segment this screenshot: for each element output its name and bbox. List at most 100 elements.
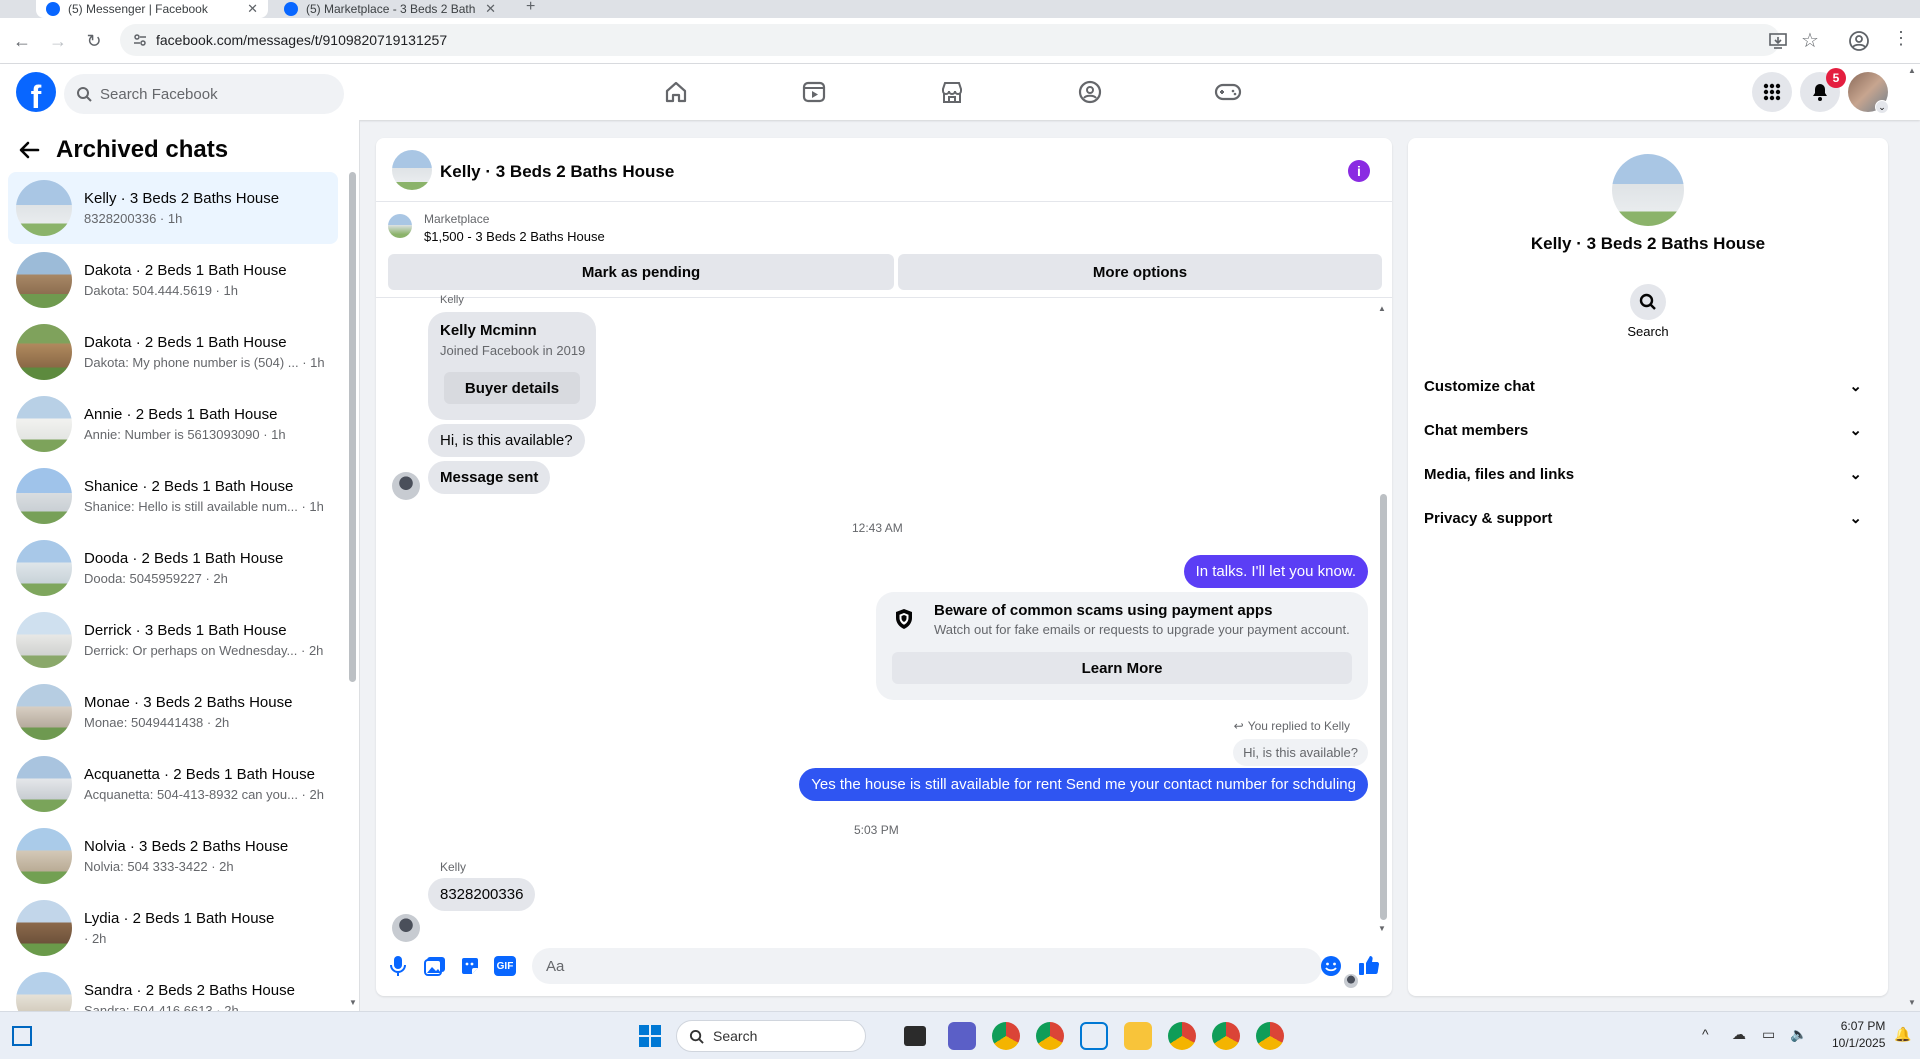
facebook-search-input[interactable]: Search Facebook [64, 74, 344, 114]
widgets-icon[interactable] [12, 1026, 32, 1046]
close-tab-icon[interactable]: ✕ [247, 1, 258, 17]
windows-start-icon[interactable] [638, 1024, 662, 1048]
outgoing-message[interactable]: In talks. I'll let you know. [1183, 555, 1368, 588]
taskbar-search[interactable]: Search [676, 1020, 866, 1052]
shield-icon [894, 608, 914, 630]
archived-chat-item[interactable]: Sandra · 2 Beds 2 Baths House Sandra: 504… [8, 964, 338, 1011]
privacy-support-row[interactable]: Privacy & support ⌄ [1424, 496, 1872, 540]
notification-center-icon[interactable]: 🔔 [1894, 1026, 1911, 1043]
microphone-icon[interactable] [390, 955, 406, 977]
archived-chat-item[interactable]: Lydia · 2 Beds 1 Bath House · 2h [8, 892, 338, 964]
file-explorer-icon[interactable] [1124, 1022, 1152, 1050]
media-files-links-row[interactable]: Media, files and links ⌄ [1424, 452, 1872, 496]
chrome-icon[interactable] [1256, 1022, 1284, 1050]
scroll-down-arrow[interactable]: ▼ [349, 998, 357, 1007]
chat-name: Lydia · 2 Beds 1 Bath House [84, 910, 275, 927]
gaming-icon[interactable] [1208, 74, 1248, 110]
volume-icon[interactable]: 🔈 [1790, 1026, 1807, 1043]
search-in-conversation-button[interactable] [1630, 284, 1666, 320]
browser-tab-marketplace[interactable]: (5) Marketplace - 3 Beds 2 Bath ✕ [274, 0, 506, 18]
sidebar-scrollbar[interactable] [349, 172, 356, 682]
scroll-down-arrow[interactable]: ▼ [1378, 924, 1386, 933]
chevron-down-icon[interactable]: ⌄ [1875, 100, 1889, 114]
buyer-details-button[interactable]: Buyer details [444, 372, 580, 404]
listing-thumbnail[interactable] [388, 214, 412, 238]
mark-as-pending-button[interactable]: Mark as pending [388, 254, 894, 290]
conversation-scrollbar[interactable] [1380, 494, 1387, 920]
archived-chat-item[interactable]: Dakota · 2 Beds 1 Bath House Dakota: 504.… [8, 244, 338, 316]
photo-icon[interactable] [424, 956, 446, 976]
snipping-tool-icon[interactable] [1080, 1022, 1108, 1050]
customize-chat-row[interactable]: Customize chat ⌄ [1424, 364, 1872, 408]
archived-chat-item[interactable]: Dooda · 2 Beds 1 Bath House Dooda: 504595… [8, 532, 338, 604]
reply-icon: ↩ [1233, 719, 1244, 733]
conversation-title[interactable]: Kelly · 3 Beds 2 Baths House [440, 162, 674, 182]
chrome-icon[interactable] [992, 1022, 1020, 1050]
sender-avatar[interactable] [392, 472, 420, 500]
site-info-icon[interactable] [132, 32, 148, 48]
chrome-icon[interactable] [1168, 1022, 1196, 1050]
incoming-message[interactable]: 8328200336 [428, 878, 536, 911]
archived-chat-item[interactable]: Shanice · 2 Beds 1 Bath House Shanice: He… [8, 460, 338, 532]
windows-taskbar: Search ^ ☁ ▭ 🔈 6:07 PM 10/1/2025 🔔 [0, 1011, 1920, 1059]
archived-chat-item[interactable]: Acquanetta · 2 Beds 1 Bath House Acquanet… [8, 748, 338, 820]
menu-grid-button[interactable] [1752, 72, 1792, 112]
chat-name: Acquanetta · 2 Beds 1 Bath House [84, 766, 315, 783]
info-avatar[interactable] [1612, 154, 1684, 226]
archived-chat-item[interactable]: Dakota · 2 Beds 1 Bath House Dakota: My p… [8, 316, 338, 388]
browser-tab-messenger[interactable]: (5) Messenger | Facebook ✕ [36, 0, 268, 18]
sender-avatar[interactable] [392, 914, 420, 942]
tray-chevron-icon[interactable]: ^ [1702, 1026, 1709, 1042]
archived-chat-item[interactable]: Nolvia · 3 Beds 2 Baths House Nolvia: 504… [8, 820, 338, 892]
chrome-icon[interactable] [1036, 1022, 1064, 1050]
info-icon[interactable]: i [1348, 160, 1370, 182]
chat-text: Acquanetta · 2 Beds 1 Bath House Acquanet… [84, 766, 324, 802]
conversation-panel: Kelly · 3 Beds 2 Baths House i Marketpla… [376, 138, 1392, 996]
archived-chat-item[interactable]: Monae · 3 Beds 2 Baths House Monae: 50494… [8, 676, 338, 748]
sticker-icon[interactable] [460, 956, 480, 976]
message-input[interactable]: Aa [532, 948, 1322, 984]
taskbar-clock[interactable]: 6:07 PM 10/1/2025 [1832, 1018, 1885, 1052]
bookmark-star-icon[interactable]: ☆ [1801, 28, 1819, 53]
archived-chat-item[interactable]: Derrick · 3 Beds 1 Bath House Derrick: Or… [8, 604, 338, 676]
reload-icon[interactable]: ↻ [82, 29, 106, 53]
chat-members-row[interactable]: Chat members ⌄ [1424, 408, 1872, 452]
emoji-icon[interactable] [1320, 955, 1342, 977]
page-scroll-up-arrow[interactable]: ▲ [1908, 66, 1916, 75]
onedrive-icon[interactable]: ☁ [1732, 1026, 1746, 1043]
more-options-button[interactable]: More options [898, 254, 1382, 290]
teams-icon[interactable] [948, 1022, 976, 1050]
learn-more-button[interactable]: Learn More [892, 652, 1352, 684]
chrome-icon[interactable] [1212, 1022, 1240, 1050]
home-icon[interactable] [656, 74, 696, 110]
listing-title[interactable]: $1,500 - 3 Beds 2 Baths House [424, 229, 605, 244]
url-field[interactable]: facebook.com/messages/t/9109820719131257 [120, 24, 1780, 56]
back-arrow-icon[interactable] [18, 140, 40, 160]
forward-icon[interactable]: → [46, 29, 70, 53]
task-view-icon[interactable] [904, 1026, 926, 1046]
gif-icon[interactable]: GIF [494, 956, 516, 976]
archived-chat-item[interactable]: Annie · 2 Beds 1 Bath House Annie: Number… [8, 388, 338, 460]
thumbs-up-icon[interactable] [1358, 954, 1380, 976]
network-icon[interactable]: ▭ [1762, 1026, 1775, 1043]
new-tab-button[interactable]: + [526, 0, 535, 16]
scroll-up-arrow[interactable]: ▲ [1378, 304, 1386, 313]
outgoing-message[interactable]: Yes the house is still available for ren… [799, 768, 1368, 801]
conversation-avatar[interactable] [392, 150, 432, 190]
back-icon[interactable]: ← [10, 29, 34, 53]
incoming-message[interactable]: Hi, is this available? [428, 424, 585, 457]
marketplace-icon[interactable] [932, 74, 972, 110]
video-icon[interactable] [794, 74, 834, 110]
profile-icon[interactable] [1848, 30, 1870, 52]
install-app-icon[interactable] [1768, 31, 1788, 51]
facebook-logo[interactable]: f [16, 72, 56, 112]
quoted-message[interactable]: Hi, is this available? [1233, 739, 1368, 766]
archived-chat-item[interactable]: Kelly · 3 Beds 2 Baths House 8328200336 ·… [8, 172, 338, 244]
chat-text: Lydia · 2 Beds 1 Bath House · 2h [84, 910, 274, 946]
browser-menu-icon[interactable]: ⋮ [1892, 28, 1910, 49]
page-scroll-down-arrow[interactable]: ▼ [1908, 998, 1916, 1007]
close-tab-icon[interactable]: ✕ [485, 1, 496, 17]
incoming-message[interactable]: Message sent [428, 461, 551, 494]
chevron-down-icon: ⌄ [1849, 378, 1862, 395]
groups-icon[interactable] [1070, 74, 1110, 110]
